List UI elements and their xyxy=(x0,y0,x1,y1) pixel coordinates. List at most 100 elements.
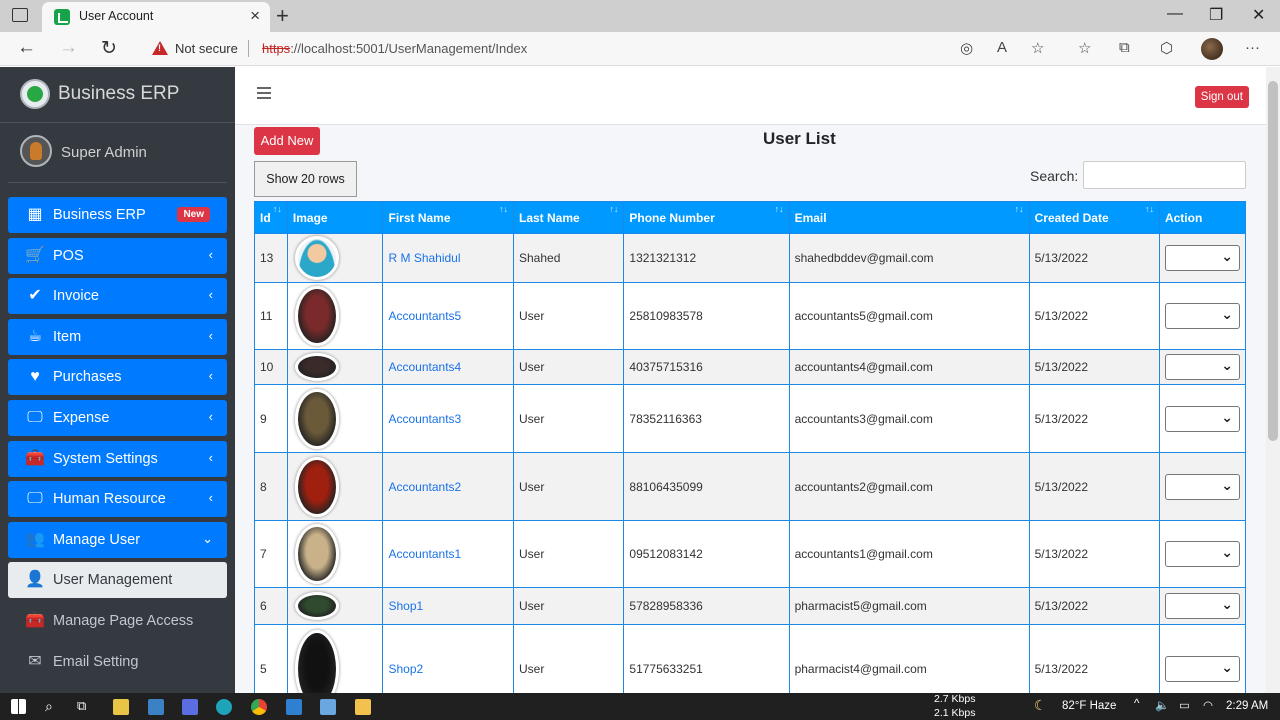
brand-link[interactable]: Business ERP xyxy=(0,67,235,123)
favorite-add-icon[interactable]: ☆ xyxy=(1031,39,1044,57)
cell-action xyxy=(1158,282,1247,350)
cell-first-name-link[interactable]: Accountants4 xyxy=(382,349,514,385)
sidebar-item-pos[interactable]: 🛒 POS ‹ xyxy=(8,237,227,274)
sidebar-item-expense[interactable]: 🖵 Expense ‹ xyxy=(8,399,227,436)
profile-avatar[interactable] xyxy=(1201,38,1223,60)
search-icon[interactable]: ⌕ xyxy=(45,698,53,715)
restore-button[interactable]: ❐ xyxy=(1209,5,1223,25)
not-secure-label[interactable]: Not secure xyxy=(175,41,238,56)
close-tab-icon[interactable]: × xyxy=(250,6,260,26)
collections-icon[interactable]: ⧉ xyxy=(1119,39,1130,56)
grid-icon: ▦ xyxy=(27,206,43,223)
more-menu-icon[interactable]: ··· xyxy=(1245,39,1260,56)
action-select[interactable] xyxy=(1164,245,1240,271)
sign-out-button[interactable]: Sign out xyxy=(1194,86,1249,108)
menu-toggle-icon[interactable] xyxy=(257,87,271,99)
action-select[interactable] xyxy=(1164,354,1240,380)
sidebar-item-purchases[interactable]: ♥ Purchases ‹ xyxy=(8,359,227,396)
cell-first-name-link[interactable]: Accountants2 xyxy=(382,452,514,521)
back-button[interactable]: ← xyxy=(17,37,36,59)
column-header-last-name[interactable]: Last Name ↑↓ xyxy=(512,201,625,234)
sort-icon[interactable]: ↑↓ xyxy=(1015,204,1024,214)
action-select[interactable] xyxy=(1164,405,1240,432)
wifi-icon[interactable]: ◠ xyxy=(1203,698,1213,712)
sidebar-item-manage-page-access[interactable]: 🧰 Manage Page Access xyxy=(8,603,227,639)
notes-app-icon[interactable] xyxy=(113,699,129,715)
sidebar-item-manage-user[interactable]: 👥 Manage User ⌄ xyxy=(8,521,227,558)
action-select[interactable] xyxy=(1164,303,1240,329)
new-tab-button[interactable]: + xyxy=(276,3,289,29)
action-select[interactable] xyxy=(1164,593,1240,619)
battery-icon[interactable]: ▭ xyxy=(1179,698,1190,712)
sidebar-item-invoice[interactable]: ✔ Invoice ‹ xyxy=(8,278,227,315)
scroll-thumb[interactable] xyxy=(1268,81,1278,441)
app-icon[interactable] xyxy=(148,699,164,715)
sidebar-item-system-settings[interactable]: 🧰 System Settings ‹ xyxy=(8,440,227,477)
windows-start-icon[interactable] xyxy=(11,699,26,714)
sort-icon[interactable]: ↑↓ xyxy=(1145,204,1154,214)
sidebar-item-label: Email Setting xyxy=(53,653,139,670)
add-new-button[interactable]: Add New xyxy=(254,127,320,155)
sidebar-item-item[interactable]: ☕ Item ‹ xyxy=(8,318,227,355)
close-window-button[interactable]: ✕ xyxy=(1252,5,1265,25)
sort-icon[interactable]: ↑↓ xyxy=(499,204,508,214)
column-header-action[interactable]: Action xyxy=(1158,201,1247,234)
sort-icon[interactable]: ↑↓ xyxy=(775,204,784,214)
tab-actions-icon[interactable] xyxy=(12,8,28,22)
action-select[interactable] xyxy=(1164,655,1240,682)
action-select[interactable] xyxy=(1164,473,1240,500)
cell-created-date: 5/13/2022 xyxy=(1028,349,1160,385)
page-scrollbar[interactable] xyxy=(1266,67,1280,693)
column-header-first-name[interactable]: First Name ↑↓ xyxy=(382,201,514,234)
minimize-button[interactable]: — xyxy=(1167,5,1183,23)
chrome-icon[interactable] xyxy=(251,699,267,715)
cell-first-name-link[interactable]: Accountants5 xyxy=(382,282,514,350)
edge-icon[interactable] xyxy=(216,699,232,715)
read-aloud-icon[interactable]: A xyxy=(997,39,1007,56)
cell-first-name-link[interactable]: R M Shahidul xyxy=(382,233,514,283)
sidebar-item-human-resource[interactable]: 🖵 Human Resource ‹ xyxy=(8,481,227,518)
warning-icon[interactable] xyxy=(152,41,168,55)
app-icon-2[interactable] xyxy=(182,699,198,715)
url-field[interactable]: https://localhost:5001/UserManagement/In… xyxy=(262,41,527,56)
column-header-image[interactable]: Image xyxy=(286,201,384,234)
user-panel[interactable]: Super Admin xyxy=(8,123,227,183)
chevron-up-icon[interactable]: ^ xyxy=(1134,698,1139,710)
volume-icon[interactable]: 🔈 xyxy=(1155,698,1169,712)
sort-icon[interactable]: ↑↓ xyxy=(609,204,618,214)
location-icon[interactable]: ◎ xyxy=(960,39,973,57)
column-header-id[interactable]: Id ↑↓ xyxy=(254,201,288,234)
weather-widget[interactable]: 82°F Haze xyxy=(1062,700,1116,712)
column-header-phone-number[interactable]: Phone Number ↑↓ xyxy=(623,201,790,234)
search-input[interactable] xyxy=(1083,161,1246,189)
clock[interactable]: 2:29 AM xyxy=(1226,700,1268,712)
sidebar-item-user-management[interactable]: 👤 User Management xyxy=(8,562,227,599)
sidebar-item-email-setting[interactable]: ✉ Email Setting xyxy=(8,644,227,680)
table-body: 13 R M Shahidul Shahed 1321321312 shahedbdde… xyxy=(254,233,1247,693)
user-avatar-thumbnail xyxy=(294,236,339,280)
column-header-created-date[interactable]: Created Date ↑↓ xyxy=(1028,201,1160,234)
refresh-button[interactable]: ↻ xyxy=(101,37,117,60)
settings-app-icon[interactable] xyxy=(320,699,336,715)
network-download-speed: 2.1 Kbps xyxy=(934,707,976,719)
sidebar-item-business-erp[interactable]: ▦ Business ERP New xyxy=(8,197,227,233)
file-explorer-icon[interactable] xyxy=(355,699,371,715)
favorites-icon[interactable]: ☆ xyxy=(1078,39,1091,57)
sort-icon[interactable]: ↑↓ xyxy=(273,204,282,214)
column-header-label: Last Name xyxy=(519,210,580,225)
extensions-icon[interactable]: ⬡ xyxy=(1160,39,1173,57)
cell-first-name-link[interactable]: Accountants3 xyxy=(382,384,514,453)
action-select[interactable] xyxy=(1164,541,1240,567)
cell-first-name-link[interactable]: Shop1 xyxy=(382,587,514,625)
cell-first-name-link[interactable]: Shop2 xyxy=(382,624,514,693)
cell-first-name-link[interactable]: Accountants1 xyxy=(382,520,514,588)
browser-tab[interactable]: User Account × xyxy=(42,2,270,32)
task-view-icon[interactable]: ⧉ xyxy=(77,698,86,714)
vscode-icon[interactable] xyxy=(286,699,302,715)
forward-button[interactable]: → xyxy=(59,37,78,59)
column-header-email[interactable]: Email ↑↓ xyxy=(788,201,1030,234)
cell-last-name: User xyxy=(512,520,625,588)
show-rows-button[interactable]: Show 20 rows xyxy=(254,161,357,197)
sidebar-item-label: System Settings xyxy=(53,450,158,467)
cell-last-name: Shahed xyxy=(512,233,625,283)
